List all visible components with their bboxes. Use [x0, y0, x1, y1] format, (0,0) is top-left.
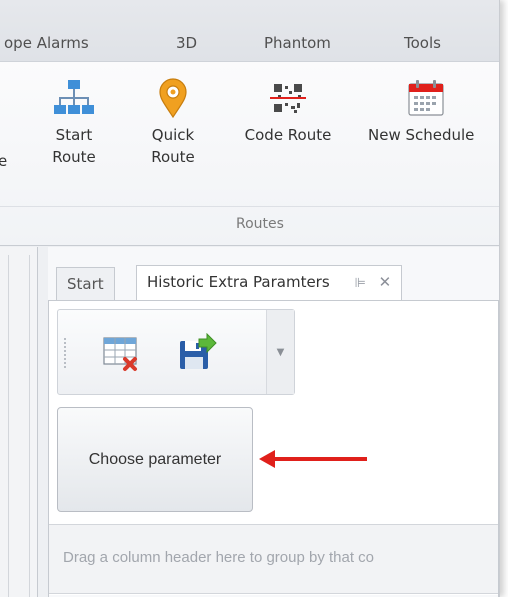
ribbon-group-label-routes: Routes — [236, 216, 284, 232]
start-route-button[interactable]: Start Route — [46, 78, 102, 168]
red-arrow-annotation — [259, 450, 367, 468]
toolbar: ▼ — [57, 309, 295, 395]
tab-historic-label: Historic Extra Paramters — [147, 273, 330, 291]
group-panel-hint: Drag a column header here to group by th… — [63, 549, 375, 566]
start-route-label-line2: Route — [52, 148, 96, 166]
chevron-down-icon: ▼ — [276, 346, 285, 358]
ribbon-partial-button-label[interactable]: e — [0, 150, 7, 172]
quick-route-button[interactable]: Quick Route — [142, 78, 204, 168]
left-dock-pane[interactable] — [0, 247, 38, 597]
ribbon-tab-phantom[interactable]: Phantom — [264, 34, 331, 52]
toolbar-grip-handle[interactable] — [64, 338, 68, 368]
code-route-button[interactable]: Code Route — [230, 78, 346, 146]
delete-table-button[interactable] — [94, 328, 148, 378]
pin-icon[interactable]: ⊫ — [354, 276, 365, 291]
tab-start[interactable]: Start — [56, 267, 115, 301]
code-route-label: Code Route — [244, 126, 332, 144]
hierarchy-icon — [54, 80, 94, 114]
new-schedule-label: New Schedule — [368, 126, 475, 144]
table-delete-icon — [103, 337, 137, 371]
quick-route-label-line2: Route — [151, 148, 195, 166]
ribbon-tab-strip: ope Alarms 3D Phantom Tools — [0, 0, 499, 62]
close-icon[interactable]: ✕ — [379, 273, 392, 291]
choose-parameter-label: Choose parameter — [88, 450, 222, 468]
map-pin-icon — [159, 78, 187, 118]
choose-parameter-button[interactable]: Choose parameter — [57, 407, 253, 512]
calendar-icon — [408, 80, 444, 116]
toolbar-overflow-button[interactable]: ▼ — [266, 310, 294, 394]
left-dock-inner — [8, 255, 30, 597]
quick-route-label-line1: Quick — [151, 126, 195, 144]
ribbon-tab-tools[interactable]: Tools — [404, 34, 441, 52]
grid-group-panel[interactable]: Drag a column header here to group by th… — [49, 524, 498, 594]
ribbon-group-divider — [0, 206, 499, 207]
new-schedule-button[interactable]: New Schedule — [368, 78, 499, 146]
save-export-button[interactable] — [170, 328, 224, 378]
ribbon-panel: e Start Route Quick — [0, 62, 499, 246]
application-window: ope Alarms 3D Phantom Tools e Start Rout… — [0, 0, 500, 597]
tab-historic-extra-paramters[interactable]: Historic Extra Paramters ⊫ ✕ — [136, 265, 403, 301]
document-area: Start Historic Extra Paramters ⊫ ✕ ▼ Cho… — [48, 247, 499, 597]
save-arrow-icon — [180, 333, 217, 369]
tab-start-label: Start — [67, 275, 104, 293]
document-content: ▼ Choose parameter Drag a column header … — [48, 300, 499, 597]
ribbon-tab-scope-alarms[interactable]: ope Alarms — [4, 34, 89, 52]
start-route-label-line1: Start — [55, 126, 93, 144]
ribbon-tab-3d[interactable]: 3D — [176, 34, 197, 52]
qr-code-icon — [270, 84, 306, 113]
